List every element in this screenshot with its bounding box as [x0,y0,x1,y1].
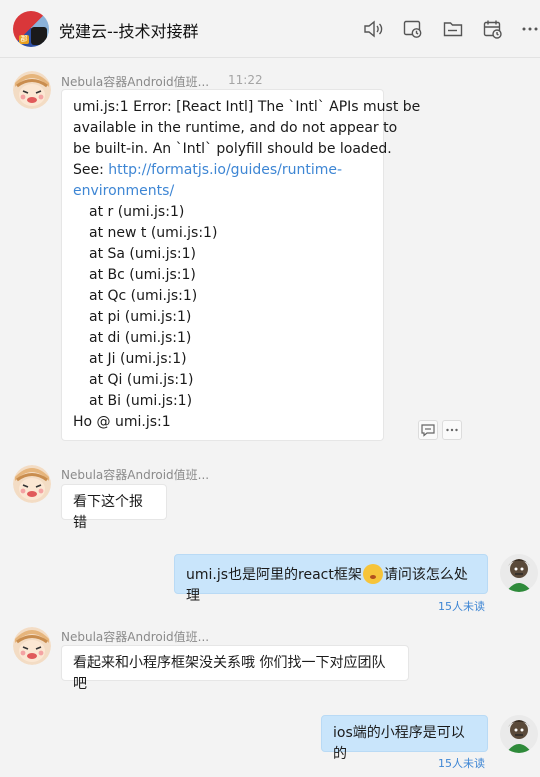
stack-frame: at r (umi.js:1) [89,204,185,220]
unread-count[interactable]: 15人未读 [438,598,485,614]
crying-face-emoji [362,564,383,584]
stack-frame: at Sa (umi.js:1) [89,246,197,262]
chat-title[interactable]: 党建云--技术对接群 [59,18,199,42]
sender-avatar[interactable] [13,627,51,665]
reply-icon[interactable] [418,420,438,440]
docs-link-cont[interactable]: environments/ [73,181,372,202]
sender-avatar[interactable] [13,465,51,503]
more-icon[interactable] [442,420,462,440]
message-time: 11:22 [228,73,263,87]
unread-count[interactable]: 15人未读 [438,755,485,771]
error-line: Ho @ umi.js:1 [73,414,171,430]
message-text: umi.js也是阿里的react框架 [186,567,362,583]
group-avatar-tag: 郡 [19,35,29,44]
message-text: 看下这个报错 [73,494,143,531]
sender-avatar[interactable] [13,71,51,109]
more-icon[interactable] [520,18,540,40]
schedule-icon[interactable] [482,18,504,40]
docs-link[interactable]: http://formatjs.io/guides/runtime- [108,162,342,178]
stack-frame: at Ji (umi.js:1) [89,351,187,367]
message-bubble[interactable]: 看下这个报错 [61,484,167,531]
speaker-icon[interactable] [362,18,384,40]
history-icon[interactable] [402,18,424,40]
my-avatar[interactable] [500,715,538,753]
folder-icon[interactable] [442,18,464,40]
stack-frame: at Bi (umi.js:1) [89,393,193,409]
my-message-bubble[interactable]: umi.js也是阿里的react框架 请问该怎么处理 [174,554,488,604]
sender-name[interactable]: Nebula容器Android值班... [61,73,209,90]
see-label: See: [73,162,109,178]
stack-frame: at Qi (umi.js:1) [89,372,194,388]
group-avatar[interactable]: 郡 [13,11,49,47]
sender-name[interactable]: Nebula容器Android值班... [61,466,209,483]
chat-header: 郡 党建云--技术对接群 [0,0,540,58]
error-line: available in the runtime, and do not app… [73,120,398,136]
my-avatar[interactable] [500,554,538,592]
stack-frame: at Qc (umi.js:1) [89,288,198,304]
message-bubble[interactable]: umi.js:1 Error: [React Intl] The `Intl` … [61,89,421,441]
stack-frame: at new t (umi.js:1) [89,225,218,241]
message-bubble[interactable]: 看起来和小程序框架没关系哦 你们找一下对应团队吧 [61,645,409,692]
message-text: 看起来和小程序框架没关系哦 你们找一下对应团队吧 [73,655,386,692]
stack-frame: at di (umi.js:1) [89,330,192,346]
stack-frame: at pi (umi.js:1) [89,309,192,325]
error-line: be built-in. An `Intl` polyfill should b… [73,141,392,157]
error-line: umi.js:1 Error: [React Intl] The `Intl` … [73,99,421,115]
my-message-bubble[interactable]: ios端的小程序是可以的 [321,715,488,762]
stack-frame: at Bc (umi.js:1) [89,267,196,283]
sender-name[interactable]: Nebula容器Android值班... [61,628,209,645]
